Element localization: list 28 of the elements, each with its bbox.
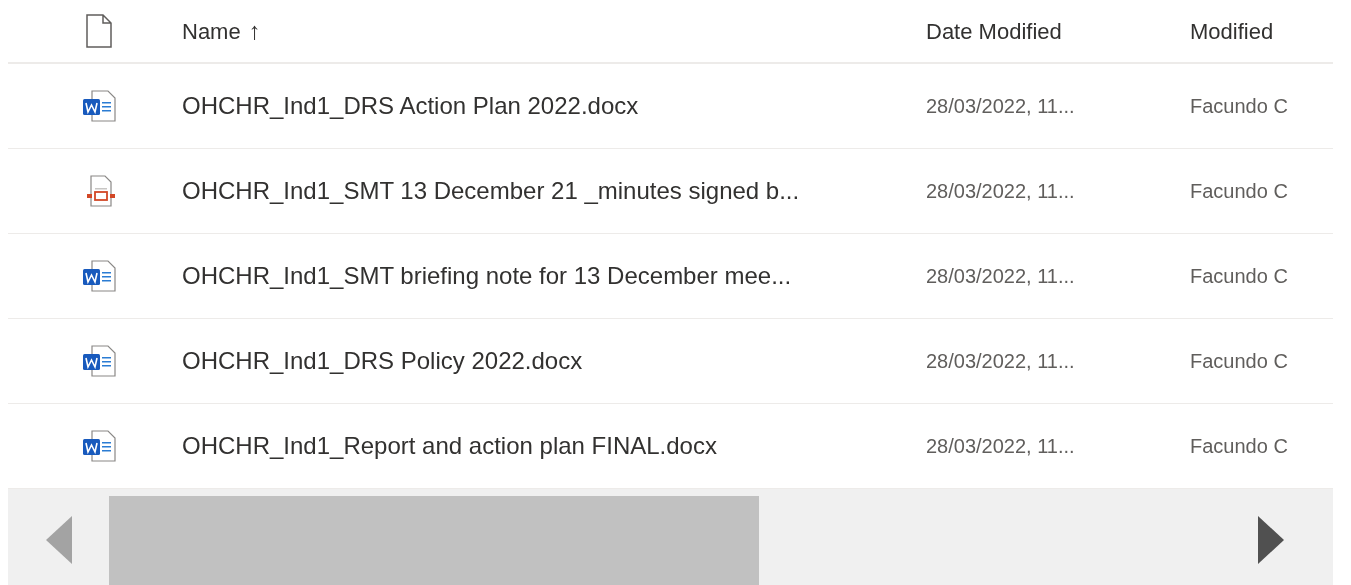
date-modified-cell: 28/03/2022, 11... xyxy=(926,95,1075,117)
date-modified-cell: 28/03/2022, 11... xyxy=(926,435,1075,457)
modified-by-cell: Facundo C xyxy=(1190,435,1288,457)
file-name-link[interactable]: OHCHR_Ind1_Report and action plan FINAL.docx xyxy=(182,432,717,459)
word-document-icon xyxy=(82,430,116,462)
file-name-link[interactable]: OHCHR_Ind1_SMT 13 December 21 _minutes signed b... xyxy=(182,177,800,204)
file-name-link[interactable]: OHCHR_Ind1_DRS Action Plan 2022.docx xyxy=(182,92,639,119)
modified-by-column-header[interactable]: Modified xyxy=(1190,18,1274,44)
left-triangle-icon xyxy=(45,515,72,564)
modified-by-cell: Facundo C xyxy=(1190,95,1288,117)
file-name-link[interactable]: OHCHR_Ind1_DRS Policy 2022.docx xyxy=(182,347,583,374)
modified-by-cell: Facundo C xyxy=(1190,265,1288,287)
scrollbar-thumb[interactable] xyxy=(109,496,759,585)
word-document-icon xyxy=(82,345,116,377)
right-triangle-icon xyxy=(1257,515,1284,564)
document-icon xyxy=(86,14,112,48)
modified-by-cell: Facundo C xyxy=(1190,350,1288,372)
word-document-icon xyxy=(82,260,116,292)
date-modified-cell: 28/03/2022, 11... xyxy=(926,350,1075,372)
modified-by-cell: Facundo C xyxy=(1190,180,1288,202)
pdf-document-icon xyxy=(86,175,116,207)
name-column-header[interactable]: Name xyxy=(182,14,241,48)
date-modified-cell: 28/03/2022, 11... xyxy=(926,265,1075,287)
file-name-link[interactable]: OHCHR_Ind1_SMT briefing note for 13 December mee... xyxy=(182,262,792,289)
date-modified-cell: 28/03/2022, 11... xyxy=(926,180,1075,202)
date-column-header[interactable]: Date Modified xyxy=(926,18,1062,44)
sort-indicator[interactable]: ↑ xyxy=(248,13,261,49)
word-document-icon xyxy=(82,90,116,122)
